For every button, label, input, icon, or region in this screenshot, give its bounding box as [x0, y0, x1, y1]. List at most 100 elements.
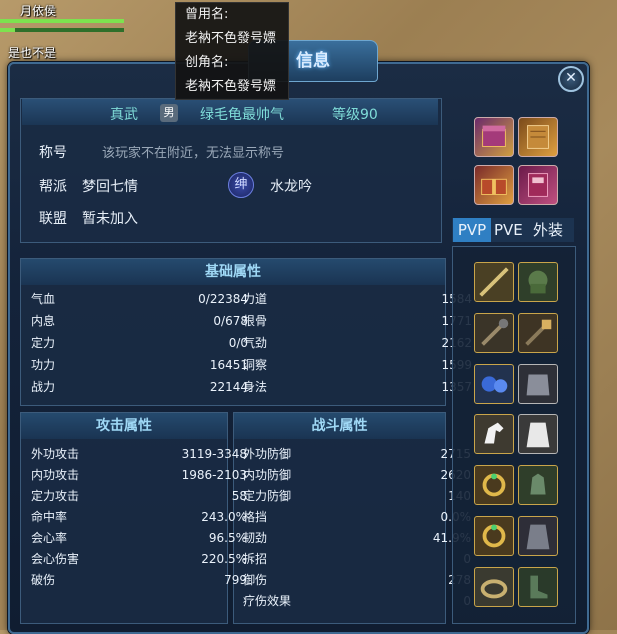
attack-label: 会心率	[31, 531, 68, 545]
player-hp-bar-2	[0, 28, 124, 32]
basic-right-row: 身法 1357	[243, 377, 472, 397]
guild-value: 梦回七情	[82, 179, 138, 195]
basic-left-value: 16451	[209, 358, 248, 372]
gloves-icon	[530, 473, 546, 495]
basic-right-row: 洞察 1599	[243, 355, 472, 375]
attack-row: 命中率 243.0%	[31, 507, 247, 527]
attack-label: 会心伤害	[31, 552, 80, 566]
mace-icon	[481, 318, 509, 346]
attack-row: 破伤 799	[31, 570, 247, 590]
attack-row: 会心率 96.5%	[31, 528, 247, 548]
basic-left-label: 气血	[31, 292, 56, 306]
attack-value: 3119-3348	[181, 447, 247, 461]
defense-value: 2620	[323, 465, 471, 485]
equip-slot-left-2[interactable]	[474, 313, 514, 353]
bag-slot-4[interactable]	[518, 165, 558, 205]
defense-label: 拆招	[243, 552, 268, 566]
defense-row: 外功防御 2715	[243, 444, 471, 464]
attack-row: 会心伤害 220.5%	[31, 549, 247, 569]
equip-slot-left-1[interactable]	[474, 262, 514, 302]
defense-label: 格挡	[243, 510, 268, 524]
attack-value: 1986-2103	[181, 468, 247, 482]
basic-right-label: 气劲	[243, 336, 268, 350]
basic-right-label: 力道	[243, 292, 268, 306]
basic-left-value: 0/0	[228, 336, 248, 350]
used-name-value: 老衲不色發号嫖	[185, 31, 277, 46]
ring-icon	[482, 524, 506, 548]
alliance-value: 暂未加入	[82, 211, 138, 227]
attack-value: 220.5%	[201, 552, 247, 566]
basic-right-label: 洞察	[243, 358, 268, 372]
defense-row: 韧劲 41.9%	[243, 528, 471, 548]
create-name-value: 老衲不色發号嫖	[185, 79, 277, 94]
attack-attributes-title: 攻击属性	[21, 413, 227, 439]
defense-value: 41.9%	[323, 528, 471, 548]
jade-orb-icon	[481, 376, 508, 393]
basic-left-row: 定力 0/0	[31, 333, 248, 353]
attack-row: 内功攻击 1986-2103	[31, 465, 247, 485]
equip-slot-left-3[interactable]	[474, 364, 514, 404]
equip-slot-right-2[interactable]	[518, 313, 558, 353]
equip-slot-right-1[interactable]	[518, 262, 558, 302]
tab-pvp[interactable]: PVP	[453, 218, 491, 242]
hammer-icon	[525, 319, 552, 346]
defense-value: 0	[323, 549, 471, 569]
equip-slot-right-6[interactable]	[518, 516, 558, 556]
equip-slot-right-5[interactable]	[518, 465, 558, 505]
skirt-icon	[526, 524, 550, 550]
bag-slot-3[interactable]	[474, 165, 514, 205]
basic-left-label: 内息	[31, 314, 56, 328]
player-hp-bar-1	[0, 19, 124, 23]
bag-slot-2[interactable]	[518, 117, 558, 157]
name-history-tooltip: 曾用名: 老衲不色發号嫖 创角名: 老衲不色發号嫖	[175, 2, 289, 100]
defense-value: 0.0%	[323, 507, 472, 527]
bracelet-icon	[480, 579, 508, 599]
close-icon: ✕	[565, 70, 577, 86]
boots-icon	[530, 575, 548, 599]
player-name: 绿毛龟最帅气	[200, 107, 284, 123]
defense-row: 内功防御 2620	[243, 465, 471, 485]
defense-value: 0	[323, 591, 471, 611]
armor-icon	[526, 374, 550, 396]
guild-rank-value: 水龙吟	[270, 179, 312, 195]
equip-slot-left-6[interactable]	[474, 516, 514, 556]
basic-left-row: 内息 0/678	[31, 311, 248, 331]
basic-right-row: 力道 1584	[243, 289, 472, 309]
basic-right-label: 根骨	[243, 314, 268, 328]
equip-slot-left-4[interactable]	[474, 414, 514, 454]
bag-slot-1[interactable]	[474, 117, 514, 157]
basic-attributes-title: 基础属性	[21, 259, 445, 285]
basic-left-value: 22144	[209, 380, 248, 394]
basic-left-row: 战力 22144	[31, 377, 248, 397]
basic-left-value: 0/22384	[198, 292, 248, 306]
player-name-2: 是也不是	[8, 46, 57, 60]
title-value: 该玩家不在附近，无法显示称号	[102, 146, 285, 161]
defense-label: 定力防御	[243, 489, 292, 503]
scroll-book-icon	[527, 125, 549, 149]
create-name-label: 创角名:	[185, 55, 229, 70]
attack-value: 58	[231, 489, 247, 503]
basic-left-value: 0/678	[213, 314, 248, 328]
guild-label: 帮派	[39, 179, 67, 195]
helmet-icon	[528, 270, 548, 294]
attack-value: 799	[224, 573, 247, 587]
equip-slot-right-7[interactable]	[518, 567, 558, 607]
basic-right-value: 1771	[323, 311, 472, 331]
equip-slot-right-3[interactable]	[518, 364, 558, 404]
player-level: 等级90	[332, 107, 378, 123]
equip-slot-left-7[interactable]	[474, 567, 514, 607]
tome-icon	[528, 173, 548, 197]
tab-appearance[interactable]: 外装	[533, 218, 563, 242]
tab-pve[interactable]: PVE	[494, 218, 523, 242]
defense-label: 疗伤效果	[243, 594, 292, 608]
basic-left-label: 功力	[31, 358, 56, 372]
defense-label: 内功防御	[243, 468, 292, 482]
close-button[interactable]: ✕	[558, 66, 584, 92]
equip-slot-right-4[interactable]	[518, 414, 558, 454]
basic-right-value: 2162	[323, 333, 472, 353]
attack-row: 定力攻击 58	[31, 486, 247, 506]
basic-right-label: 身法	[243, 380, 268, 394]
equip-slot-left-5[interactable]	[474, 465, 514, 505]
defense-value: 140	[323, 486, 471, 506]
player-name-1: 月依侯	[20, 4, 57, 18]
